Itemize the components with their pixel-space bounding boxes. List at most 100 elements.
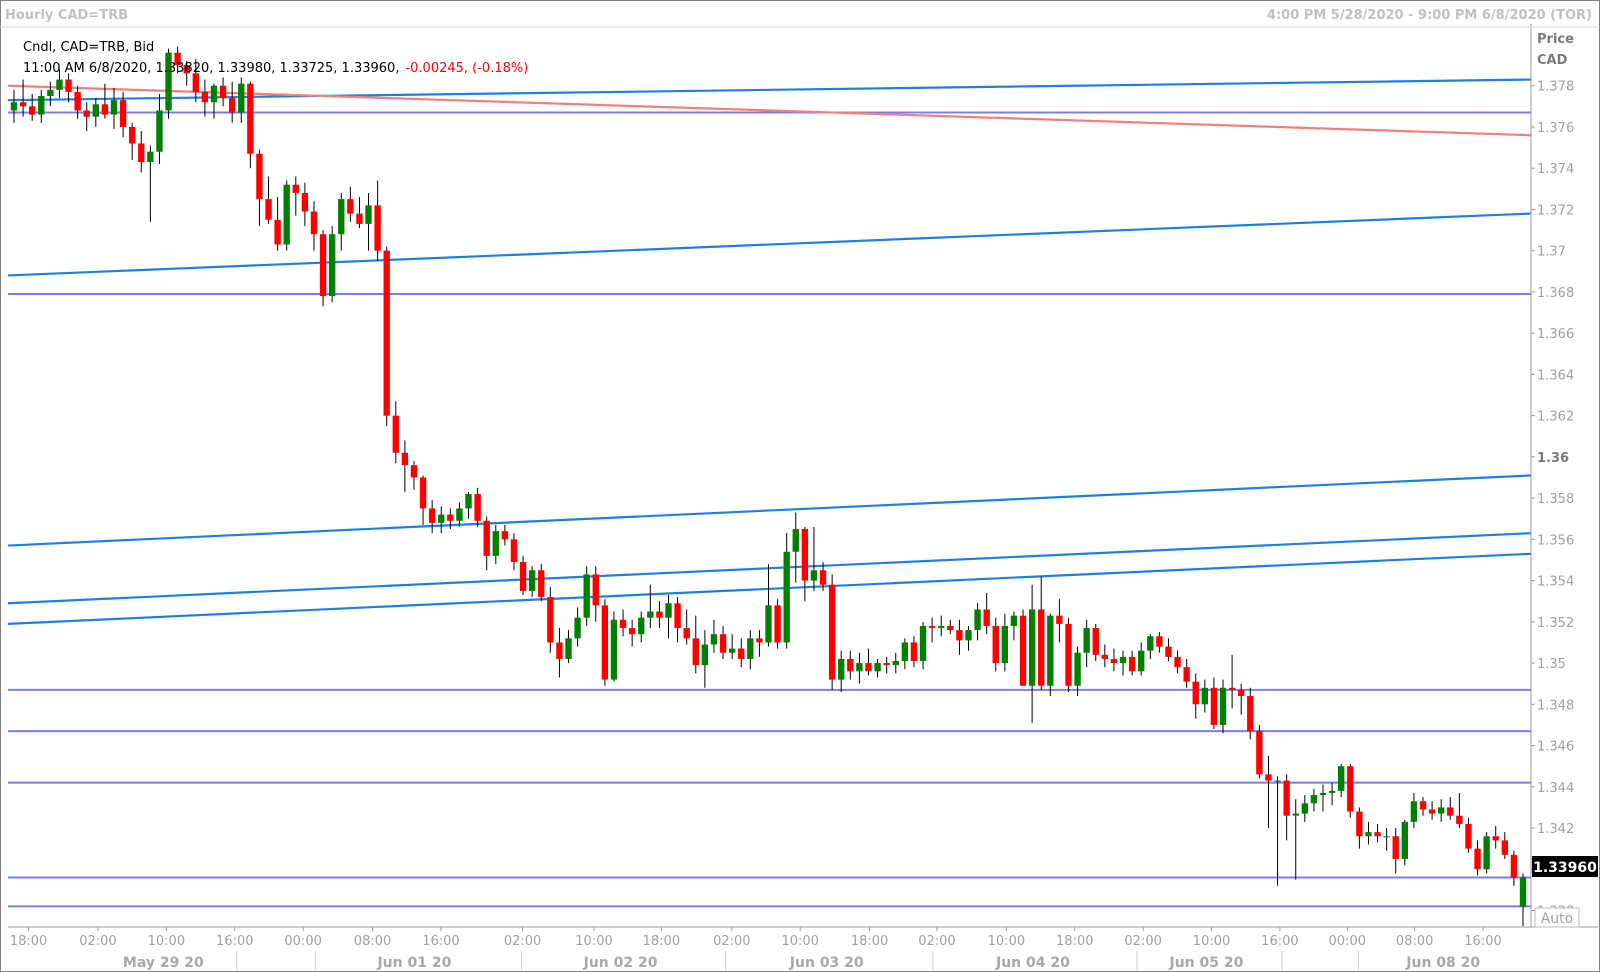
- candle-body-up: [1310, 795, 1318, 804]
- candle: [801, 526, 809, 602]
- candle-body-down: [1092, 628, 1099, 655]
- x-tick-label: 00:00: [284, 934, 321, 949]
- x-tick-label: 18:00: [643, 934, 680, 949]
- candle: [528, 566, 536, 598]
- candle: [783, 533, 790, 649]
- candle-body-up: [147, 151, 154, 163]
- candle-body-down: [1256, 731, 1263, 775]
- candle-body-down: [1265, 774, 1272, 781]
- candle-body-down: [74, 91, 81, 111]
- candle: [692, 615, 699, 674]
- candle: [1292, 799, 1299, 880]
- y-tick-label: 1.354: [1537, 575, 1574, 590]
- candle-body-up: [438, 514, 445, 523]
- trendline-blue[interactable]: [7, 78, 1532, 102]
- candle: [747, 630, 754, 670]
- candle-body-down: [674, 603, 681, 629]
- candle: [610, 611, 618, 682]
- candle: [792, 512, 799, 583]
- candle: [310, 201, 318, 251]
- candle: [919, 621, 927, 670]
- candle-body-up: [1319, 792, 1327, 796]
- candle: [474, 487, 481, 527]
- candle: [10, 89, 18, 123]
- candle-body-up: [283, 184, 290, 245]
- candle-body-down: [865, 663, 872, 672]
- candle-body-up: [1301, 803, 1309, 814]
- candle-body-up: [492, 531, 499, 556]
- y-tick-label: 1.358: [1537, 492, 1574, 507]
- candle-body-down: [1465, 823, 1472, 849]
- candle: [1456, 792, 1463, 829]
- candlestick-chart[interactable]: 1.3381.341.3421.3441.3461.3481.351.3521.…: [0, 0, 1600, 972]
- candle-body-down: [1247, 696, 1254, 732]
- candle-body-down: [347, 199, 354, 214]
- candle: [538, 564, 545, 602]
- candle: [519, 555, 527, 596]
- candle: [710, 619, 718, 653]
- candle-body-down: [374, 205, 381, 251]
- candle-body-down: [928, 625, 936, 629]
- candle: [1483, 832, 1490, 874]
- candle-body-down: [692, 638, 699, 666]
- candle: [592, 566, 599, 622]
- candle-body-up: [1047, 615, 1054, 686]
- candle-body-down: [1056, 615, 1063, 624]
- y-tick-label: 1.356: [1537, 533, 1574, 548]
- x-tick-label: 10:00: [781, 934, 818, 949]
- candle: [392, 401, 399, 464]
- candle: [338, 192, 345, 251]
- trendline-pink[interactable]: [7, 84, 1532, 137]
- candle: [719, 625, 727, 659]
- candle: [1019, 609, 1027, 686]
- candle: [28, 93, 36, 121]
- candle-body-up: [1274, 780, 1281, 782]
- x-tick-label: 02:00: [713, 934, 750, 949]
- candle-body-up: [919, 625, 927, 662]
- candle: [1274, 776, 1281, 886]
- candle-body-down: [1228, 687, 1236, 690]
- candle-body-up: [56, 79, 63, 90]
- candle: [47, 81, 54, 107]
- trendline-blue[interactable]: [7, 212, 1532, 277]
- candle: [565, 630, 572, 664]
- candle: [1083, 619, 1090, 668]
- last-price-value: 1.33960: [1533, 860, 1597, 876]
- candle-body-down: [756, 638, 763, 643]
- candle-body-up: [1519, 877, 1527, 907]
- chart-title: Hourly CAD=TRB: [5, 8, 128, 23]
- candle: [383, 246, 390, 426]
- y-tick-label: 1.348: [1537, 698, 1574, 713]
- candle: [74, 85, 81, 119]
- candle-body-down: [501, 531, 509, 540]
- candle: [1401, 819, 1409, 866]
- candle-body-down: [683, 628, 690, 639]
- y-tick-label: 1.35: [1537, 657, 1566, 672]
- trendline-blue[interactable]: [7, 474, 1532, 547]
- candle-body-down: [801, 529, 809, 581]
- candle-body-down: [956, 630, 963, 641]
- candle-body-down: [19, 102, 27, 107]
- candle-body-up: [456, 508, 463, 521]
- candle: [892, 652, 899, 674]
- y-tick-label: 1.376: [1537, 121, 1574, 136]
- candle: [419, 475, 427, 525]
- candle: [1210, 677, 1218, 730]
- trendline-blue[interactable]: [7, 532, 1532, 605]
- candle-body-up: [238, 83, 245, 113]
- y-tick-label: 1.366: [1537, 327, 1574, 342]
- candle: [1174, 650, 1181, 674]
- candle: [301, 182, 309, 226]
- candle-body-up: [638, 617, 645, 635]
- axis-currency-label: CAD: [1537, 53, 1568, 68]
- candle-body-down: [392, 415, 399, 453]
- candle-body-down: [1447, 807, 1454, 816]
- candle: [1410, 792, 1418, 829]
- candle-body-up: [1438, 807, 1445, 814]
- candle: [438, 506, 445, 534]
- candle: [965, 625, 972, 651]
- candle-body-down: [28, 106, 36, 115]
- candle: [1392, 828, 1399, 874]
- x-day-label: May 29 20: [123, 955, 204, 971]
- candle: [647, 584, 654, 629]
